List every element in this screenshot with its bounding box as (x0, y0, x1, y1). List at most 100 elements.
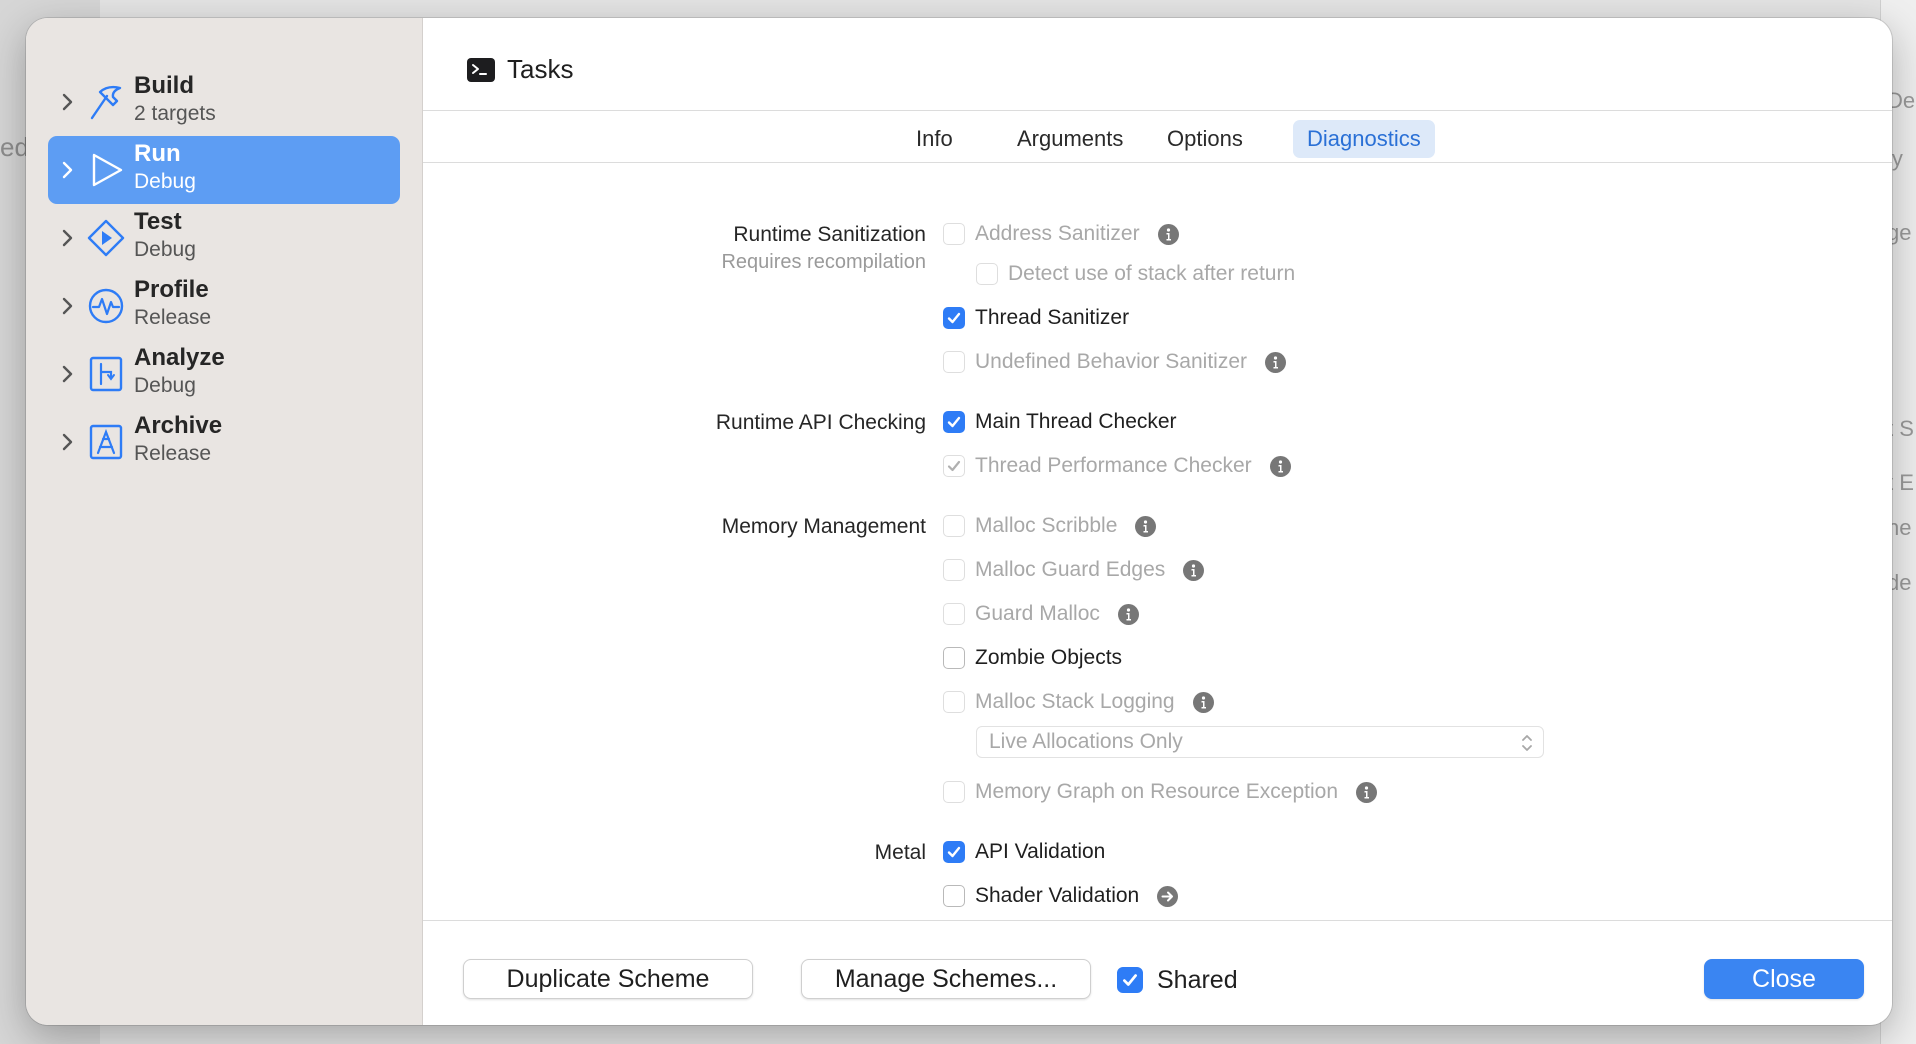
section-label-runtime-sanitization: Runtime Sanitization (733, 223, 926, 246)
thread-sanitizer-option[interactable]: Thread Sanitizer (943, 304, 1129, 332)
tab-info[interactable]: Info (902, 120, 967, 158)
section-label-metal: Metal (874, 841, 926, 864)
up-down-chevron-icon (1521, 732, 1533, 752)
sheet-footer: Duplicate Scheme Manage Schemes... Share… (423, 920, 1892, 1025)
memory-graph-option[interactable]: Memory Graph on Resource Exception (943, 778, 1377, 806)
info-icon[interactable] (1183, 559, 1205, 581)
shader-validation-checkbox[interactable] (943, 885, 965, 907)
detect-stack-after-return-checkbox[interactable] (976, 263, 998, 285)
sidebar-item-analyze[interactable]: Analyze Debug (48, 340, 400, 408)
scheme-editor-sheet: Build 2 targets Run Debug Test Debug Pro… (26, 18, 1892, 1025)
test-diamond-icon (86, 218, 126, 258)
section-label-memory-management: Memory Management (721, 515, 926, 538)
zombie-objects-label: Zombie Objects (975, 646, 1123, 669)
tab-bar: Info Arguments Options Diagnostics (423, 110, 1892, 163)
shared-checkbox[interactable] (1117, 967, 1143, 993)
malloc-scribble-label: Malloc Scribble (975, 514, 1118, 537)
hammer-icon (86, 82, 126, 122)
api-validation-label: API Validation (975, 840, 1106, 863)
main-thread-checker-checkbox[interactable] (943, 411, 965, 433)
scheme-actions-sidebar: Build 2 targets Run Debug Test Debug Pro… (26, 18, 423, 1025)
duplicate-scheme-button[interactable]: Duplicate Scheme (463, 959, 753, 999)
section-sublabel-requires-recompilation: Requires recompilation (721, 251, 926, 273)
malloc-stack-logging-checkbox[interactable] (943, 691, 965, 713)
thread-performance-checker-option[interactable]: Thread Performance Checker (943, 452, 1291, 480)
memory-graph-checkbox[interactable] (943, 781, 965, 803)
tab-diagnostics[interactable]: Diagnostics (1293, 120, 1435, 158)
tab-arguments[interactable]: Arguments (1003, 120, 1137, 158)
guard-malloc-option[interactable]: Guard Malloc (943, 600, 1139, 628)
shared-label: Shared (1157, 965, 1238, 994)
sidebar-item-archive[interactable]: Archive Release (48, 408, 400, 476)
sidebar-item-build[interactable]: Build 2 targets (48, 68, 400, 136)
address-sanitizer-checkbox[interactable] (943, 223, 965, 245)
sidebar-item-title: Build (134, 72, 194, 99)
background-text-fragment: ed (0, 132, 29, 162)
chevron-right-icon[interactable] (56, 289, 80, 323)
shader-validation-option[interactable]: Shader Validation (943, 882, 1179, 910)
sidebar-item-title: Profile (134, 276, 209, 303)
sidebar-item-subtitle: Release (134, 306, 212, 329)
zombie-objects-checkbox[interactable] (943, 647, 965, 669)
api-validation-checkbox[interactable] (943, 841, 965, 863)
info-icon[interactable] (1192, 691, 1214, 713)
waveform-icon (86, 286, 126, 326)
guard-malloc-checkbox[interactable] (943, 603, 965, 625)
navigate-arrow-icon[interactable] (1157, 885, 1179, 907)
thread-performance-checker-label: Thread Performance Checker (975, 454, 1252, 477)
malloc-stack-logging-option[interactable]: Malloc Stack Logging (943, 688, 1214, 716)
chevron-right-icon[interactable] (56, 153, 80, 187)
chevron-right-icon[interactable] (56, 425, 80, 459)
sidebar-item-subtitle: Debug (134, 374, 196, 397)
terminal-icon (467, 58, 495, 82)
sidebar-item-title: Run (134, 140, 181, 167)
malloc-guard-edges-label: Malloc Guard Edges (975, 558, 1166, 581)
tab-options[interactable]: Options (1153, 120, 1257, 158)
main-thread-checker-option[interactable]: Main Thread Checker (943, 408, 1177, 436)
sidebar-item-run[interactable]: Run Debug (48, 136, 400, 204)
detect-stack-after-return-label: Detect use of stack after return (1008, 262, 1296, 285)
close-button[interactable]: Close (1704, 959, 1864, 999)
scheme-detail-pane: Tasks Info Arguments Options Diagnostics… (423, 18, 1892, 1025)
guard-malloc-label: Guard Malloc (975, 602, 1100, 625)
manage-schemes-button[interactable]: Manage Schemes... (801, 959, 1091, 999)
zombie-objects-option[interactable]: Zombie Objects (943, 644, 1122, 672)
api-validation-option[interactable]: API Validation (943, 838, 1105, 866)
thread-performance-checker-checkbox[interactable] (943, 455, 965, 477)
malloc-scribble-checkbox[interactable] (943, 515, 965, 537)
sidebar-item-title: Test (134, 208, 182, 235)
shader-validation-label: Shader Validation (975, 884, 1140, 907)
scheme-name: Tasks (507, 54, 574, 84)
info-icon[interactable] (1356, 781, 1377, 803)
address-sanitizer-label: Address Sanitizer (975, 222, 1140, 245)
malloc-stack-logging-label: Malloc Stack Logging (975, 690, 1175, 713)
sidebar-item-profile[interactable]: Profile Release (48, 272, 400, 340)
malloc-scribble-option[interactable]: Malloc Scribble (943, 512, 1157, 540)
chevron-right-icon[interactable] (56, 221, 80, 255)
thread-sanitizer-label: Thread Sanitizer (975, 306, 1130, 329)
main-thread-checker-label: Main Thread Checker (975, 410, 1177, 433)
chevron-right-icon[interactable] (56, 357, 80, 391)
shared-option[interactable]: Shared (1117, 965, 1238, 995)
detect-stack-after-return-option[interactable]: Detect use of stack after return (976, 260, 1295, 288)
undefined-behavior-sanitizer-checkbox[interactable] (943, 351, 965, 373)
chevron-right-icon[interactable] (56, 85, 80, 119)
sidebar-item-subtitle: 2 targets (134, 102, 216, 125)
sidebar-item-subtitle: Debug (134, 238, 196, 261)
address-sanitizer-option[interactable]: Address Sanitizer (943, 220, 1179, 248)
malloc-guard-edges-checkbox[interactable] (943, 559, 965, 581)
stack-logging-mode-popup[interactable]: Live Allocations Only (976, 726, 1544, 758)
thread-sanitizer-checkbox[interactable] (943, 307, 965, 329)
info-icon[interactable] (1117, 603, 1139, 625)
analyze-icon (86, 354, 126, 394)
scheme-header: Tasks (423, 18, 1892, 111)
undefined-behavior-sanitizer-option[interactable]: Undefined Behavior Sanitizer (943, 348, 1286, 376)
archive-icon (86, 422, 126, 462)
malloc-guard-edges-option[interactable]: Malloc Guard Edges (943, 556, 1205, 584)
info-icon[interactable] (1269, 455, 1291, 477)
info-icon[interactable] (1135, 515, 1157, 537)
info-icon[interactable] (1157, 223, 1179, 245)
sidebar-item-test[interactable]: Test Debug (48, 204, 400, 272)
play-icon (86, 150, 126, 190)
info-icon[interactable] (1265, 351, 1286, 373)
